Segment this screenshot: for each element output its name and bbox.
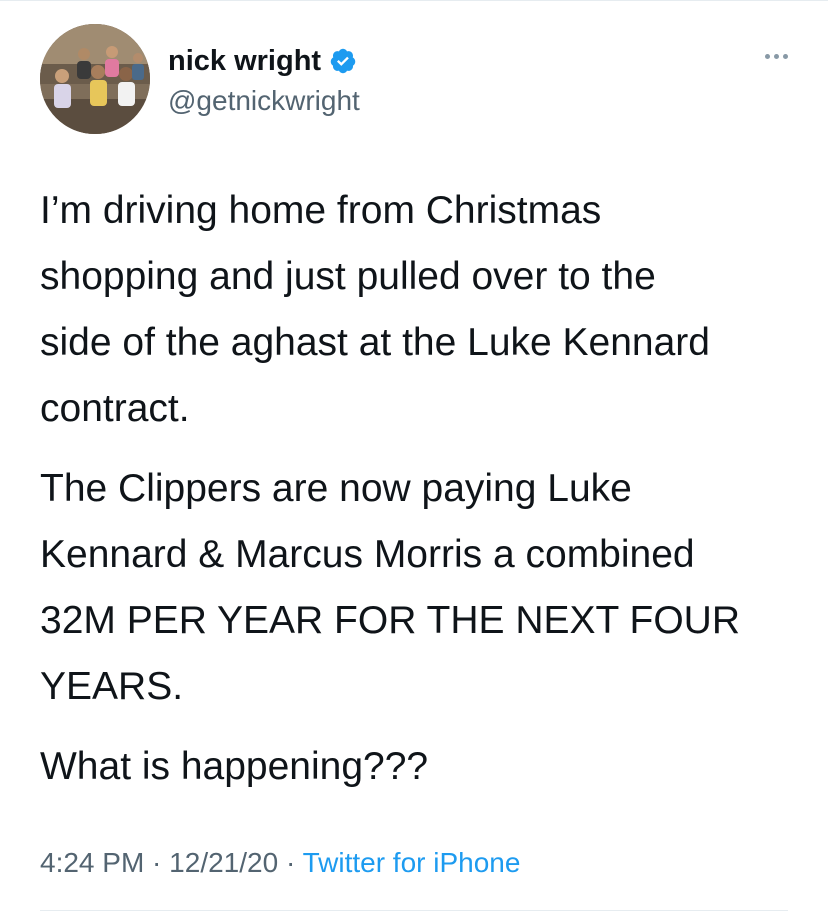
more-options-icon[interactable] — [756, 46, 796, 66]
tweet-meta: 4:24 PM · 12/21/20 · Twitter for iPhone — [40, 846, 520, 880]
tweet-source-link[interactable]: Twitter for iPhone — [303, 847, 521, 878]
bottom-divider — [40, 910, 788, 911]
top-divider — [0, 0, 828, 1]
tweet-time[interactable]: 4:24 PM — [40, 847, 144, 878]
tweet-date[interactable]: 12/21/20 — [169, 847, 278, 878]
name-row: nick wright — [168, 44, 357, 78]
meta-separator: · — [144, 847, 170, 878]
more-dot — [773, 53, 779, 59]
more-dot — [782, 53, 788, 59]
more-dot — [764, 53, 770, 59]
avatar[interactable] — [40, 24, 150, 134]
avatar-photo — [40, 24, 150, 134]
user-handle[interactable]: @getnickwright — [168, 84, 360, 118]
tweet-paragraph-1: I’m driving home from Christmas shopping… — [40, 189, 710, 430]
meta-separator: · — [278, 847, 303, 878]
verified-badge-icon — [329, 47, 357, 75]
tweet-paragraph-2: The Clippers are now paying Luke Kennard… — [40, 467, 740, 708]
tweet-text: I’m driving home from Christmas shopping… — [40, 178, 810, 814]
tweet-header: nick wright @getnickwright — [40, 24, 800, 134]
display-name[interactable]: nick wright — [168, 44, 321, 78]
tweet-paragraph-3: What is happening??? — [40, 745, 429, 788]
